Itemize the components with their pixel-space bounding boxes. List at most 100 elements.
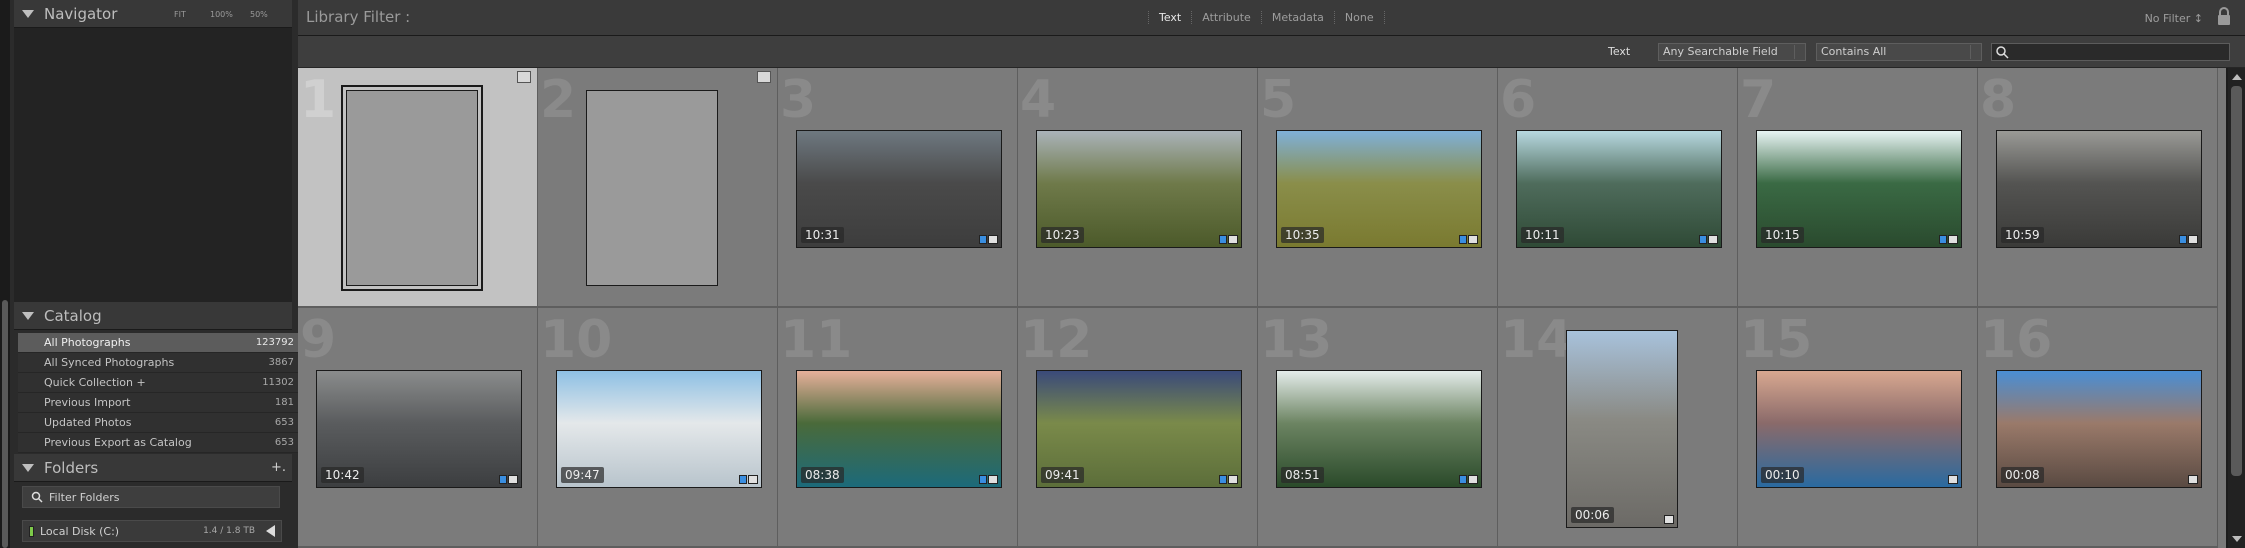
blank-thumbnail[interactable] [586, 90, 718, 286]
video-thumbnail[interactable]: 10:23 [1036, 130, 1242, 248]
library-filter-title: Library Filter : [306, 8, 411, 26]
text-filter-bar: Text Any Searchable Field Contains All [298, 36, 2245, 68]
filter-folders-input[interactable]: Filter Folders [22, 486, 280, 508]
filter-preset-select[interactable]: No Filter ↕ [2145, 12, 2203, 25]
catalog-item-count: 123792 [255, 337, 294, 348]
rule-select[interactable]: Contains All [1816, 43, 1982, 61]
edit-badge-icon[interactable] [988, 475, 998, 484]
local-disk-volume[interactable]: Local Disk (C:) 1.4 / 1.8 TB [22, 520, 282, 542]
video-thumbnail[interactable]: 00:06 [1566, 330, 1678, 528]
folders-header[interactable]: Folders +. [14, 454, 292, 482]
collection-badge-icon[interactable] [979, 235, 987, 244]
edit-badge-icon[interactable] [1468, 475, 1478, 484]
collection-badge-icon[interactable] [499, 475, 507, 484]
folders-title: Folders [44, 458, 99, 477]
grid-cell[interactable]: 3 10:31 [778, 68, 1018, 308]
edit-badge-icon[interactable] [748, 475, 758, 484]
video-thumbnail[interactable]: 08:51 [1276, 370, 1482, 488]
tab-none[interactable]: None [1333, 11, 1385, 24]
grid-cell[interactable]: 1 [298, 68, 538, 308]
edit-badge-icon[interactable] [1948, 475, 1958, 484]
disk-expand-arrow-icon[interactable] [266, 525, 275, 537]
collection-badge-icon[interactable] [739, 475, 747, 484]
scroll-up-icon[interactable] [2232, 74, 2242, 80]
grid-cell[interactable]: 14 00:06 [1498, 308, 1738, 548]
tab-metadata[interactable]: Metadata [1260, 11, 1334, 24]
catalog-item[interactable]: Previous Export as Catalog 653 [18, 433, 302, 453]
video-thumbnail[interactable]: 10:15 [1756, 130, 1962, 248]
edit-badge-icon[interactable] [1228, 475, 1238, 484]
video-thumbnail[interactable]: 00:10 [1756, 370, 1962, 488]
grid-scrollbar[interactable] [2228, 68, 2245, 548]
catalog-item[interactable]: All Synced Photographs 3867 [18, 353, 302, 373]
catalog-item-count: 11302 [262, 377, 294, 388]
zoom-100[interactable]: 100% [210, 0, 233, 28]
text-search-input[interactable] [1991, 43, 2230, 61]
collection-badge-icon[interactable] [1939, 235, 1947, 244]
grid-cell[interactable]: 12 09:41 [1018, 308, 1258, 548]
edit-badge-icon[interactable] [2188, 475, 2198, 484]
grid-cell[interactable]: 13 08:51 [1258, 308, 1498, 548]
navigator-preview[interactable] [14, 28, 292, 302]
grid-cell[interactable]: 9 10:42 [298, 308, 538, 548]
left-panel-scrollbar[interactable] [0, 0, 10, 548]
metadata-flag-icon[interactable] [757, 71, 771, 83]
collection-badge-icon[interactable] [1219, 235, 1227, 244]
edit-badge-icon[interactable] [1708, 235, 1718, 244]
grid-cell[interactable]: 4 10:23 [1018, 68, 1258, 308]
metadata-flag-icon[interactable] [517, 71, 531, 83]
zoom-50[interactable]: 50% [250, 0, 268, 28]
video-duration: 09:41 [1041, 467, 1084, 483]
search-icon [1996, 46, 2009, 59]
video-thumbnail[interactable]: 09:41 [1036, 370, 1242, 488]
video-thumbnail[interactable]: 10:59 [1996, 130, 2202, 248]
grid-cell[interactable]: 6 10:11 [1498, 68, 1738, 308]
grid-cell[interactable]: 10 09:47 [538, 308, 778, 548]
collection-badge-icon[interactable] [1219, 475, 1227, 484]
catalog-item[interactable]: All Photographs 123792 [18, 333, 302, 353]
grid-cell[interactable]: 7 10:15 [1738, 68, 1978, 308]
edit-badge-icon[interactable] [1948, 235, 1958, 244]
add-folder-button[interactable]: +. [271, 460, 286, 475]
collection-badge-icon[interactable] [1459, 475, 1467, 484]
scrollbar-thumb[interactable] [2, 300, 8, 548]
zoom-fit[interactable]: FIT [174, 0, 186, 28]
video-thumbnail[interactable]: 10:31 [796, 130, 1002, 248]
grid-cell[interactable]: 15 00:10 [1738, 308, 1978, 548]
navigator-header[interactable]: Navigator FIT 100% 50% [14, 0, 292, 28]
video-thumbnail[interactable]: 00:08 [1996, 370, 2202, 488]
lock-icon[interactable] [2215, 7, 2233, 27]
catalog-item[interactable]: Previous Import 181 [18, 393, 302, 413]
video-thumbnail[interactable]: 10:42 [316, 370, 522, 488]
edit-badge-icon[interactable] [988, 235, 998, 244]
edit-badge-icon[interactable] [1468, 235, 1478, 244]
tab-attribute[interactable]: Attribute [1191, 11, 1261, 24]
catalog-item[interactable]: Quick Collection + 11302 [18, 373, 302, 393]
edit-badge-icon[interactable] [2188, 235, 2198, 244]
video-thumbnail[interactable]: 10:35 [1276, 130, 1482, 248]
grid-cell[interactable]: 11 08:38 [778, 308, 1018, 548]
grid-cell[interactable]: 8 10:59 [1978, 68, 2218, 308]
searchable-field-select[interactable]: Any Searchable Field [1658, 43, 1806, 61]
collection-badge-icon[interactable] [1699, 235, 1707, 244]
catalog-header[interactable]: Catalog [14, 302, 292, 330]
edit-badge-icon[interactable] [1664, 515, 1674, 524]
grid-cell[interactable]: 5 10:35 [1258, 68, 1498, 308]
catalog-item[interactable]: Updated Photos 653 [18, 413, 302, 433]
cell-index: 10 [540, 310, 613, 370]
tab-text[interactable]: Text [1148, 11, 1191, 24]
grid-cell[interactable]: 2 [538, 68, 778, 308]
collection-badge-icon[interactable] [1459, 235, 1467, 244]
edit-badge-icon[interactable] [508, 475, 518, 484]
grid-cell[interactable]: 16 00:08 [1978, 308, 2218, 548]
scroll-down-icon[interactable] [2232, 536, 2242, 542]
cell-index: 5 [1260, 70, 1297, 130]
video-thumbnail[interactable]: 10:11 [1516, 130, 1722, 248]
video-thumbnail[interactable]: 09:47 [556, 370, 762, 488]
collection-badge-icon[interactable] [2179, 235, 2187, 244]
collection-badge-icon[interactable] [979, 475, 987, 484]
video-thumbnail[interactable]: 08:38 [796, 370, 1002, 488]
edit-badge-icon[interactable] [1228, 235, 1238, 244]
blank-thumbnail[interactable] [341, 85, 483, 291]
scrollbar-thumb[interactable] [2231, 86, 2242, 476]
